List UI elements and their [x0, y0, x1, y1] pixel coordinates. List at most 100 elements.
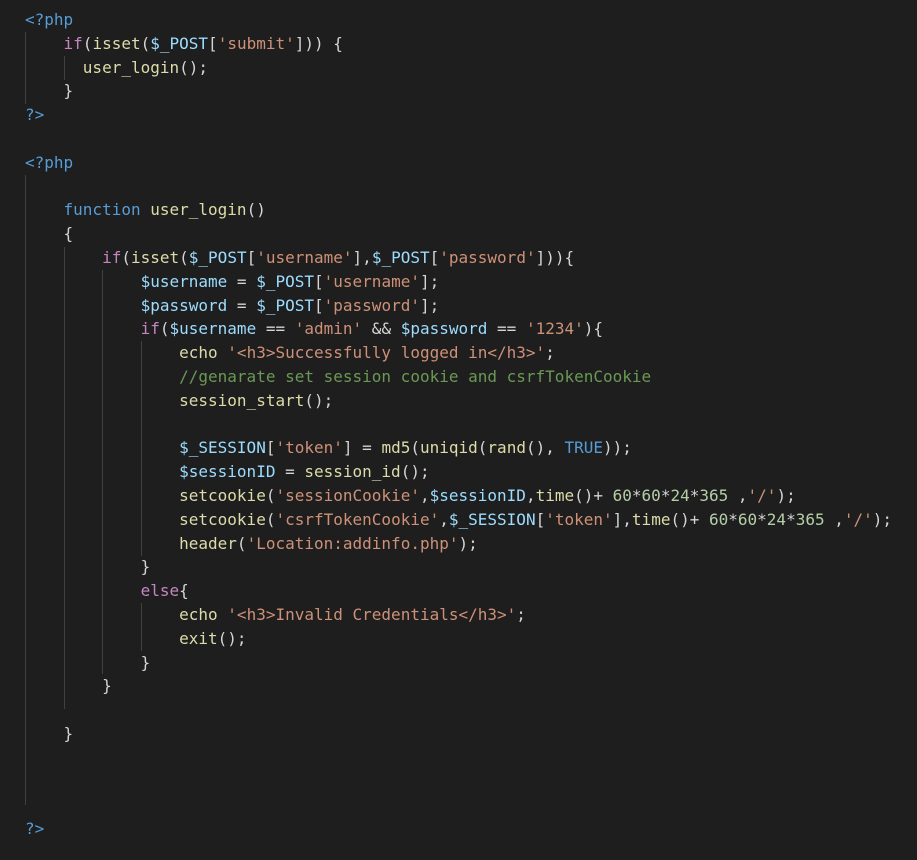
code-token: $password	[140, 295, 228, 315]
code-token: 365	[795, 509, 825, 529]
code-token: setcookie	[179, 485, 266, 505]
code-line[interactable]: ​	[25, 793, 892, 817]
code-line[interactable]: ​	[25, 127, 892, 151]
code-token: 'admin'	[294, 319, 363, 339]
code-line[interactable]: ​	[25, 698, 892, 722]
code-token: header	[179, 533, 237, 553]
code-token: }	[140, 652, 151, 672]
code-line[interactable]: <?php	[25, 151, 892, 175]
code-line[interactable]: ?>	[25, 103, 892, 127]
code-token: 'Location:addinfo.php'	[246, 533, 459, 553]
code-line[interactable]: }	[25, 79, 892, 103]
code-line[interactable]: session_start();	[25, 389, 892, 413]
code-token: //genarate set session cookie and csrfTo…	[179, 366, 652, 386]
code-token: );	[458, 533, 478, 553]
code-token: (	[159, 319, 170, 339]
code-token: ,	[824, 509, 844, 529]
code-token: setcookie	[179, 509, 266, 529]
code-token: isset	[92, 33, 141, 53]
code-token: *	[786, 509, 796, 529]
code-line[interactable]: if(isset($_POST['username'],$_POST['pass…	[25, 246, 892, 270]
code-line[interactable]: if($username == 'admin' && $password == …	[25, 317, 892, 341]
code-line[interactable]: ?>	[25, 817, 892, 841]
code-token: TRUE	[564, 438, 604, 458]
code-token: ();	[304, 390, 334, 410]
code-token: 24	[766, 509, 787, 529]
code-token: ));	[603, 438, 632, 458]
code-line[interactable]: //genarate set session cookie and csrfTo…	[25, 365, 892, 389]
code-token: exit	[179, 628, 218, 648]
code-line[interactable]: }	[25, 674, 892, 698]
code-line[interactable]: exit();	[25, 627, 892, 651]
code-token: *	[689, 485, 700, 505]
code-token: ?>	[25, 105, 45, 125]
code-line[interactable]: header('Location:addinfo.php');	[25, 532, 892, 556]
code-token: ])){	[535, 247, 575, 267]
code-token: 'submit'	[217, 33, 295, 53]
code-line[interactable]: $username = $_POST['username'];	[25, 270, 892, 294]
code-token: 'username'	[256, 247, 353, 267]
code-token: if	[102, 247, 122, 267]
code-line[interactable]: $password = $_POST['password'];	[25, 294, 892, 318]
code-token: ];	[419, 271, 440, 291]
code-token: (	[140, 33, 151, 53]
code-token: ==	[256, 319, 295, 339]
code-token: $_SESSION	[448, 509, 536, 529]
code-token: else	[140, 581, 180, 601]
code-line[interactable]: setcookie('csrfTokenCookie',$_SESSION['t…	[25, 508, 892, 532]
code-token: time	[535, 485, 575, 505]
code-token: $_POST	[256, 271, 314, 291]
code-line[interactable]: $_SESSION['token'] = md5(uniqid(rand(), …	[25, 436, 892, 460]
code-line[interactable]: ​	[25, 413, 892, 437]
code-token: ;	[516, 604, 526, 624]
code-token: ==	[487, 319, 526, 339]
code-token: ,	[728, 485, 748, 505]
code-token: ],	[352, 247, 372, 267]
code-token: 60	[612, 485, 632, 505]
code-token: (	[121, 247, 131, 267]
code-token: [	[535, 509, 546, 529]
code-line[interactable]: $sessionID = session_id();	[25, 460, 892, 484]
code-line[interactable]: ​	[25, 746, 892, 770]
code-token: ;	[545, 343, 555, 363]
code-token: 'token'	[275, 438, 343, 458]
code-line[interactable]: ​	[25, 770, 892, 794]
code-line[interactable]: setcookie('sessionCookie',$sessionID,tim…	[25, 484, 892, 508]
code-token: *	[757, 509, 767, 529]
code-line[interactable]: function user_login()	[25, 198, 892, 222]
code-token: rand	[487, 438, 526, 458]
code-token: (	[236, 533, 247, 553]
code-line[interactable]: <?php	[25, 8, 892, 32]
code-token: if	[63, 33, 83, 53]
code-line[interactable]: }	[25, 722, 892, 746]
code-token: ],	[612, 509, 632, 529]
code-token: ();	[400, 462, 430, 482]
code-editor[interactable]: <?php if(isset($_POST['submit'])) { user…	[0, 0, 917, 860]
code-line[interactable]: ​	[25, 175, 892, 199]
code-token: ){	[583, 319, 603, 339]
code-token: ,	[439, 509, 449, 529]
code-line[interactable]: echo '<h3>Invalid Credentials</h3>';	[25, 603, 892, 627]
code-lines[interactable]: <?php if(isset($_POST['submit'])) { user…	[25, 8, 892, 841]
code-token: ] =	[342, 438, 382, 458]
code-token: }	[63, 723, 74, 743]
code-line[interactable]: else{	[25, 579, 892, 603]
code-token: [	[429, 247, 440, 267]
code-token: echo	[179, 343, 218, 363]
code-token: ();	[179, 57, 209, 77]
code-line[interactable]: user_login();	[25, 56, 892, 80]
code-line[interactable]: echo '<h3>Successfully logged in</h3>';	[25, 341, 892, 365]
code-line[interactable]: }	[25, 651, 892, 675]
code-token: 60	[641, 485, 661, 505]
code-line[interactable]: if(isset($_POST['submit'])) {	[25, 32, 892, 56]
code-line[interactable]: }	[25, 555, 892, 579]
code-line[interactable]: {	[25, 222, 892, 246]
